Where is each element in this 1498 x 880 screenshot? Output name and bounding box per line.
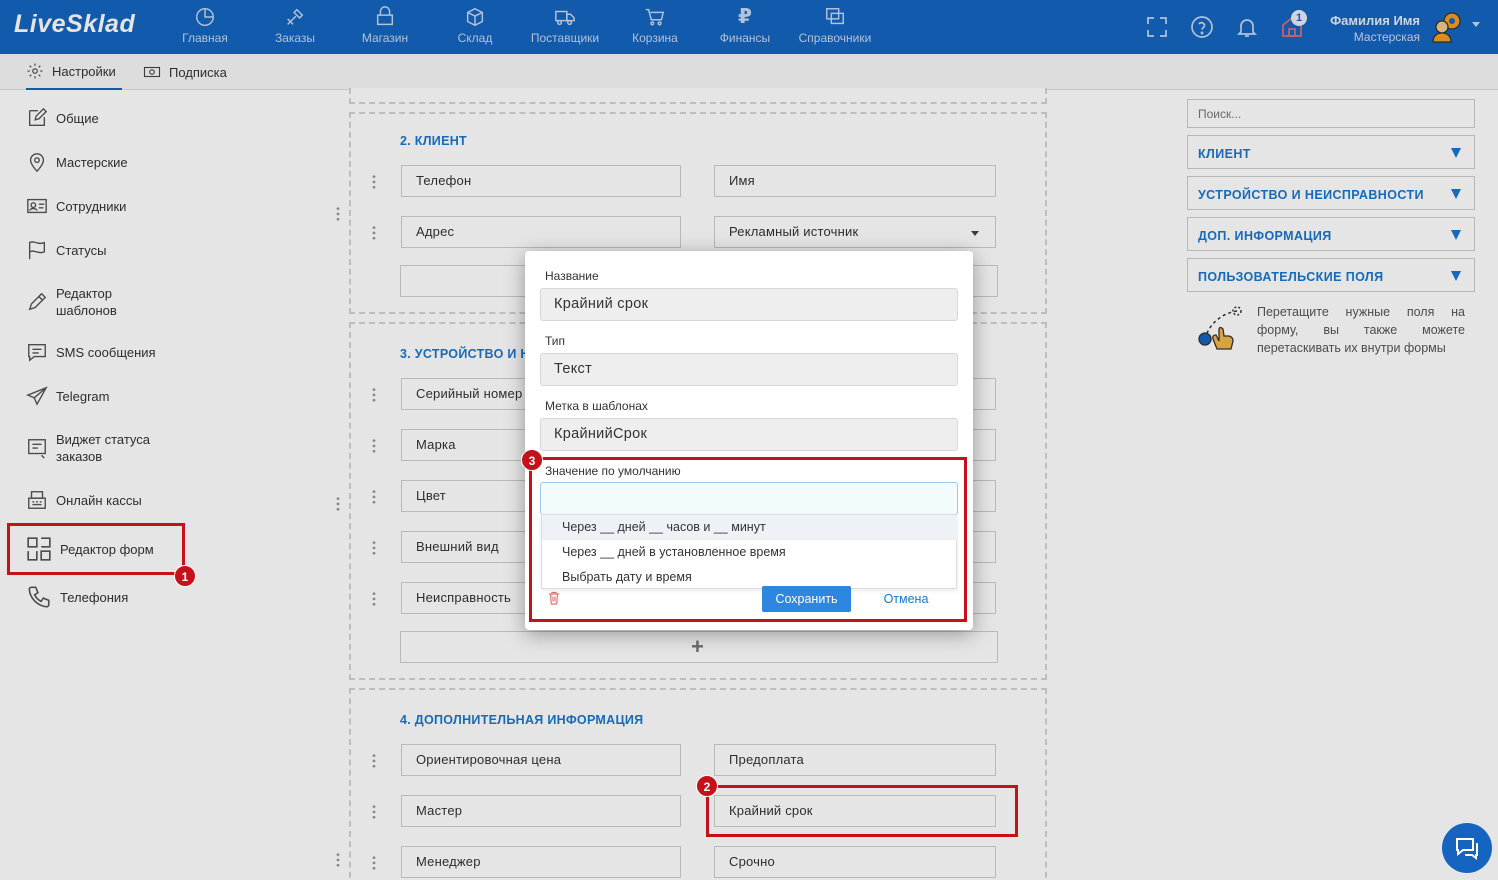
annotation-number-2: 2 xyxy=(696,775,718,797)
template-tag-input[interactable]: КрайнийСрок xyxy=(540,418,958,451)
template-tag-label: Метка в шаблонах xyxy=(545,399,648,413)
annotation-box-2 xyxy=(706,785,1018,837)
name-label: Название xyxy=(545,269,599,283)
support-chat-button[interactable] xyxy=(1442,823,1492,873)
annotation-number-3: 3 xyxy=(521,449,543,471)
annotation-box-1 xyxy=(7,523,185,575)
type-label: Тип xyxy=(545,334,566,348)
name-input[interactable]: Крайний срок xyxy=(540,288,958,321)
type-input[interactable]: Текст xyxy=(540,353,958,386)
annotation-box-3 xyxy=(529,457,967,622)
chat-icon xyxy=(1456,838,1478,860)
annotation-number-1: 1 xyxy=(174,565,196,587)
